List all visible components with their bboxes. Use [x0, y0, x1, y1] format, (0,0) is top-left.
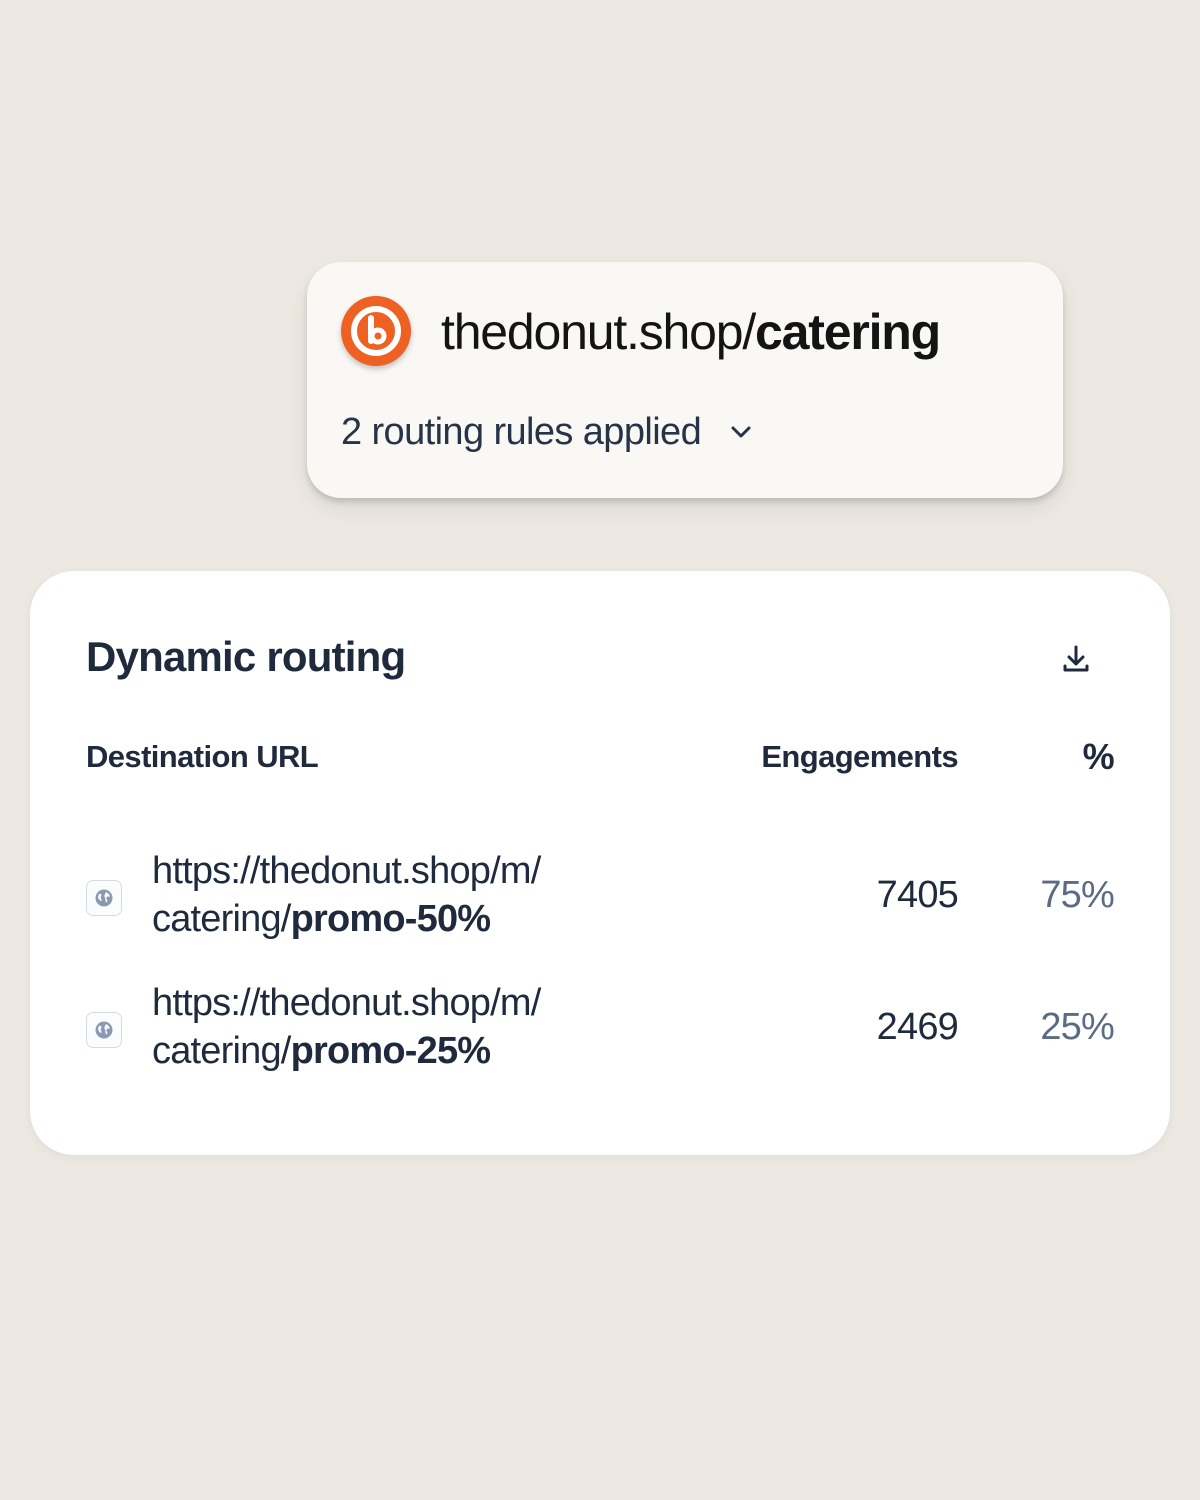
destination-url-prefix: catering/: [152, 1030, 291, 1072]
destination-url-suffix: promo-25%: [290, 1030, 492, 1072]
percent-value: 25%: [1040, 1006, 1114, 1048]
dynamic-routing-card: Dynamic routing Destination URL Engageme…: [30, 571, 1170, 1155]
destination-url-line1: https://thedonut.shop/m/: [152, 982, 541, 1024]
engagements-value: 7405: [876, 874, 959, 916]
column-header-percent: %: [1082, 736, 1115, 777]
table-row: https://thedonut.shop/m/ catering/promo-…: [30, 847, 1170, 957]
destination-url-line2: catering/promo-25%: [152, 1027, 672, 1075]
download-icon[interactable]: [1056, 639, 1096, 679]
short-link-domain: thedonut.shop/: [441, 304, 756, 360]
routing-rules-label: 2 routing rules applied: [341, 410, 702, 453]
destination-url-line2: catering/promo-50%: [152, 895, 672, 943]
column-header-destination-url: Destination URL: [86, 739, 319, 774]
short-link-url[interactable]: thedonut.shop/catering: [441, 302, 941, 362]
destination-url-prefix: catering/: [152, 898, 291, 940]
globe-icon: [86, 880, 122, 916]
chevron-down-icon[interactable]: [727, 418, 755, 446]
bitly-logo-icon: [341, 296, 411, 366]
routing-rules-dropdown[interactable]: 2 routing rules applied: [341, 402, 755, 462]
engagements-value: 2469: [876, 1006, 959, 1048]
short-link-slug: catering: [755, 304, 941, 360]
destination-url-link[interactable]: https://thedonut.shop/m/ catering/promo-…: [152, 847, 672, 943]
destination-url-link[interactable]: https://thedonut.shop/m/ catering/promo-…: [152, 979, 672, 1075]
percent-value: 75%: [1040, 874, 1114, 916]
destination-url-line1: https://thedonut.shop/m/: [152, 850, 541, 892]
short-link-card: thedonut.shop/catering 2 routing rules a…: [307, 262, 1063, 498]
globe-icon: [86, 1012, 122, 1048]
table-row: https://thedonut.shop/m/ catering/promo-…: [30, 979, 1170, 1089]
card-title: Dynamic routing: [86, 633, 406, 680]
destination-url-suffix: promo-50%: [290, 898, 492, 940]
column-header-engagements: Engagements: [761, 739, 958, 774]
